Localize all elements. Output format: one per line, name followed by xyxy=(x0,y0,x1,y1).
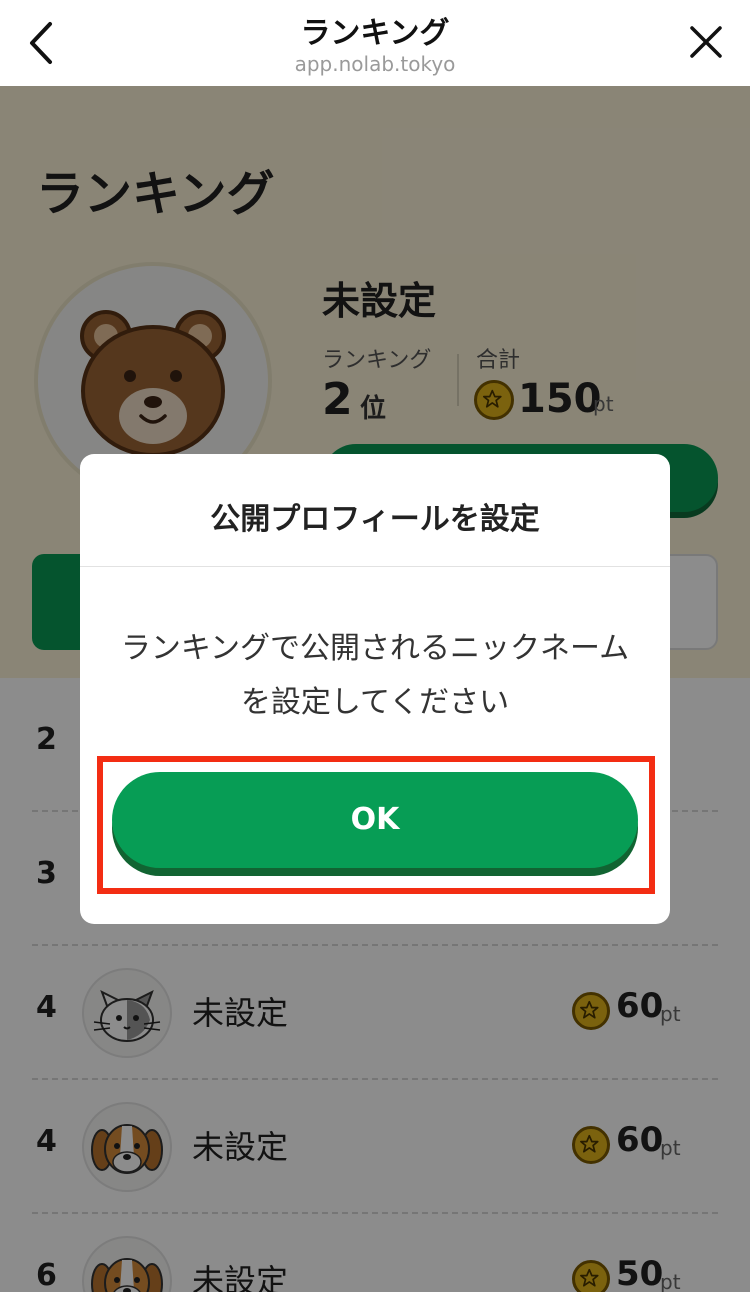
close-icon[interactable] xyxy=(686,22,726,62)
dialog-title: 公開プロフィールを設定 xyxy=(210,502,540,537)
browser-url: app.nolab.tokyo xyxy=(294,52,456,76)
dialog-divider xyxy=(80,566,670,567)
browser-header: ランキング app.nolab.tokyo xyxy=(0,0,750,86)
dialog-message: ランキングで公開されるニックネームを設定してください xyxy=(120,631,630,720)
highlight-box xyxy=(97,756,655,894)
browser-title: ランキング xyxy=(300,16,450,51)
